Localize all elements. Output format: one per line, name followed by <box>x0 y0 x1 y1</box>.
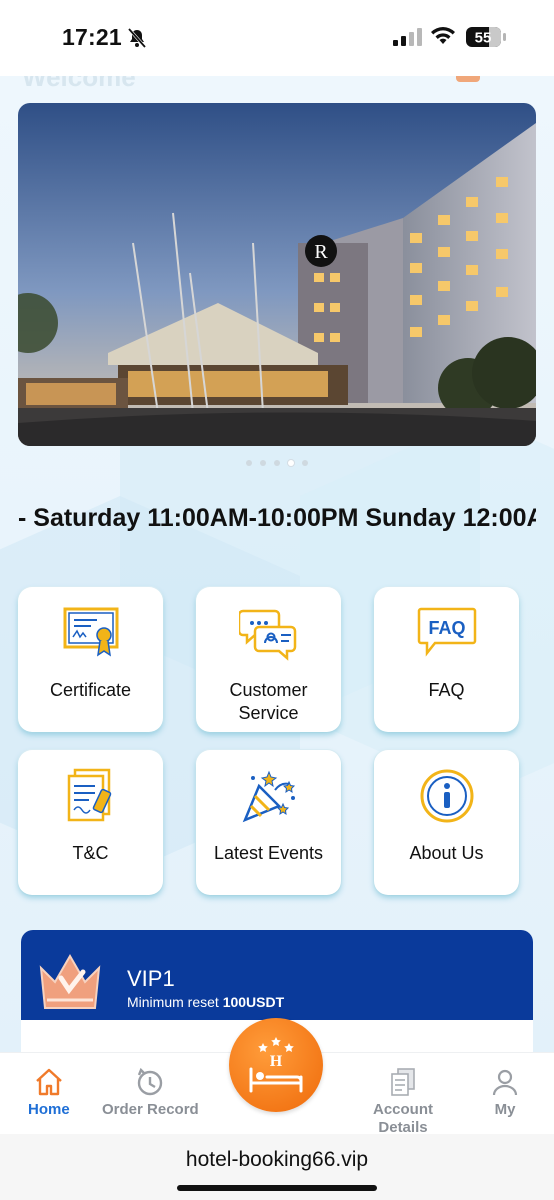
pagination-dot[interactable] <box>288 460 294 466</box>
certificate-icon <box>61 605 121 661</box>
vip-min-value: 100USDT <box>222 994 285 1010</box>
vip-header: VIP1 Minimum reset 100USDT <box>21 930 533 1020</box>
pagination-dot[interactable] <box>274 460 280 466</box>
battery-level: 55 <box>475 30 492 47</box>
vip-min-label: Minimum reset <box>127 994 219 1010</box>
user-icon <box>490 1063 520 1097</box>
tab-order-record[interactable]: Order Record <box>102 1063 199 1118</box>
wifi-icon <box>430 26 456 51</box>
fab-letter: H <box>270 1053 283 1070</box>
opening-hours-marquee: - Saturday 11:00AM-10:00PM Sunday 12:00A… <box>18 504 536 532</box>
terms-icon <box>61 768 121 824</box>
hotel-booking-button[interactable]: H <box>229 1018 323 1112</box>
menu-item-latest-events[interactable]: Latest Events <box>196 750 341 895</box>
status-bar: 17:21 55 <box>0 0 554 76</box>
crown-icon <box>35 948 105 1019</box>
vip-subtitle: Minimum reset 100USDT <box>127 994 284 1010</box>
tab-my-label: My <box>494 1101 516 1118</box>
hotel-banner-image[interactable]: R <box>18 103 536 446</box>
faq-icon: FAQ <box>417 605 477 661</box>
menu-item-certificate[interactable]: Certificate <box>18 587 163 732</box>
tab-account-details-label: Account Details <box>373 1101 433 1136</box>
home-icon <box>34 1063 64 1097</box>
hotel-sign-letter: R <box>314 241 328 263</box>
menu-item-terms[interactable]: T&C <box>18 750 163 895</box>
battery-icon: 55 <box>465 26 507 53</box>
vip-title: VIP1 <box>127 966 175 991</box>
welcome-heading: Welcome <box>22 76 136 92</box>
menu-grid: Certificate Customer Service FAQ FAQ T&C… <box>18 587 520 895</box>
pagination-dot[interactable] <box>260 460 266 466</box>
hotel-bed-icon: H <box>249 1037 303 1093</box>
menu-item-label: FAQ <box>428 680 465 700</box>
home-indicator[interactable] <box>177 1185 377 1191</box>
menu-item-label: About Us <box>409 843 484 863</box>
menu-item-label: Customer Service <box>229 680 308 723</box>
cellular-signal-icon <box>393 28 423 51</box>
pagination-dot[interactable] <box>302 460 308 466</box>
history-icon <box>135 1063 165 1097</box>
pagination-dot[interactable] <box>246 460 252 466</box>
customer-service-icon <box>238 605 299 661</box>
silent-bell-icon <box>126 27 148 54</box>
browser-url-bar[interactable]: hotel-booking66.vip <box>0 1134 554 1200</box>
tab-home[interactable]: Home <box>28 1063 70 1118</box>
status-time: 17:21 <box>62 24 122 50</box>
menu-item-label: Certificate <box>49 680 132 700</box>
home-content[interactable]: Welcome R - Saturday 11:00AM-10:00PM Sun… <box>0 76 554 1052</box>
menu-item-customer-service[interactable]: Customer Service <box>196 587 341 732</box>
gift-icon[interactable] <box>456 76 480 82</box>
faq-badge-text: FAQ <box>428 618 465 638</box>
info-icon <box>417 768 477 824</box>
url-text[interactable]: hotel-booking66.vip <box>0 1148 554 1172</box>
tab-order-record-label: Order Record <box>102 1101 199 1118</box>
tab-account-details[interactable]: Account Details <box>362 1063 444 1137</box>
menu-item-faq[interactable]: FAQ FAQ <box>374 587 519 732</box>
tab-home-label: Home <box>28 1101 70 1118</box>
banner-pagination[interactable] <box>0 460 554 466</box>
party-popper-icon <box>239 768 299 824</box>
menu-item-label: T&C <box>72 843 109 863</box>
menu-item-label: Latest Events <box>213 843 324 863</box>
menu-item-about-us[interactable]: About Us <box>374 750 519 895</box>
tab-my[interactable]: My <box>490 1063 520 1118</box>
documents-icon <box>388 1063 418 1097</box>
